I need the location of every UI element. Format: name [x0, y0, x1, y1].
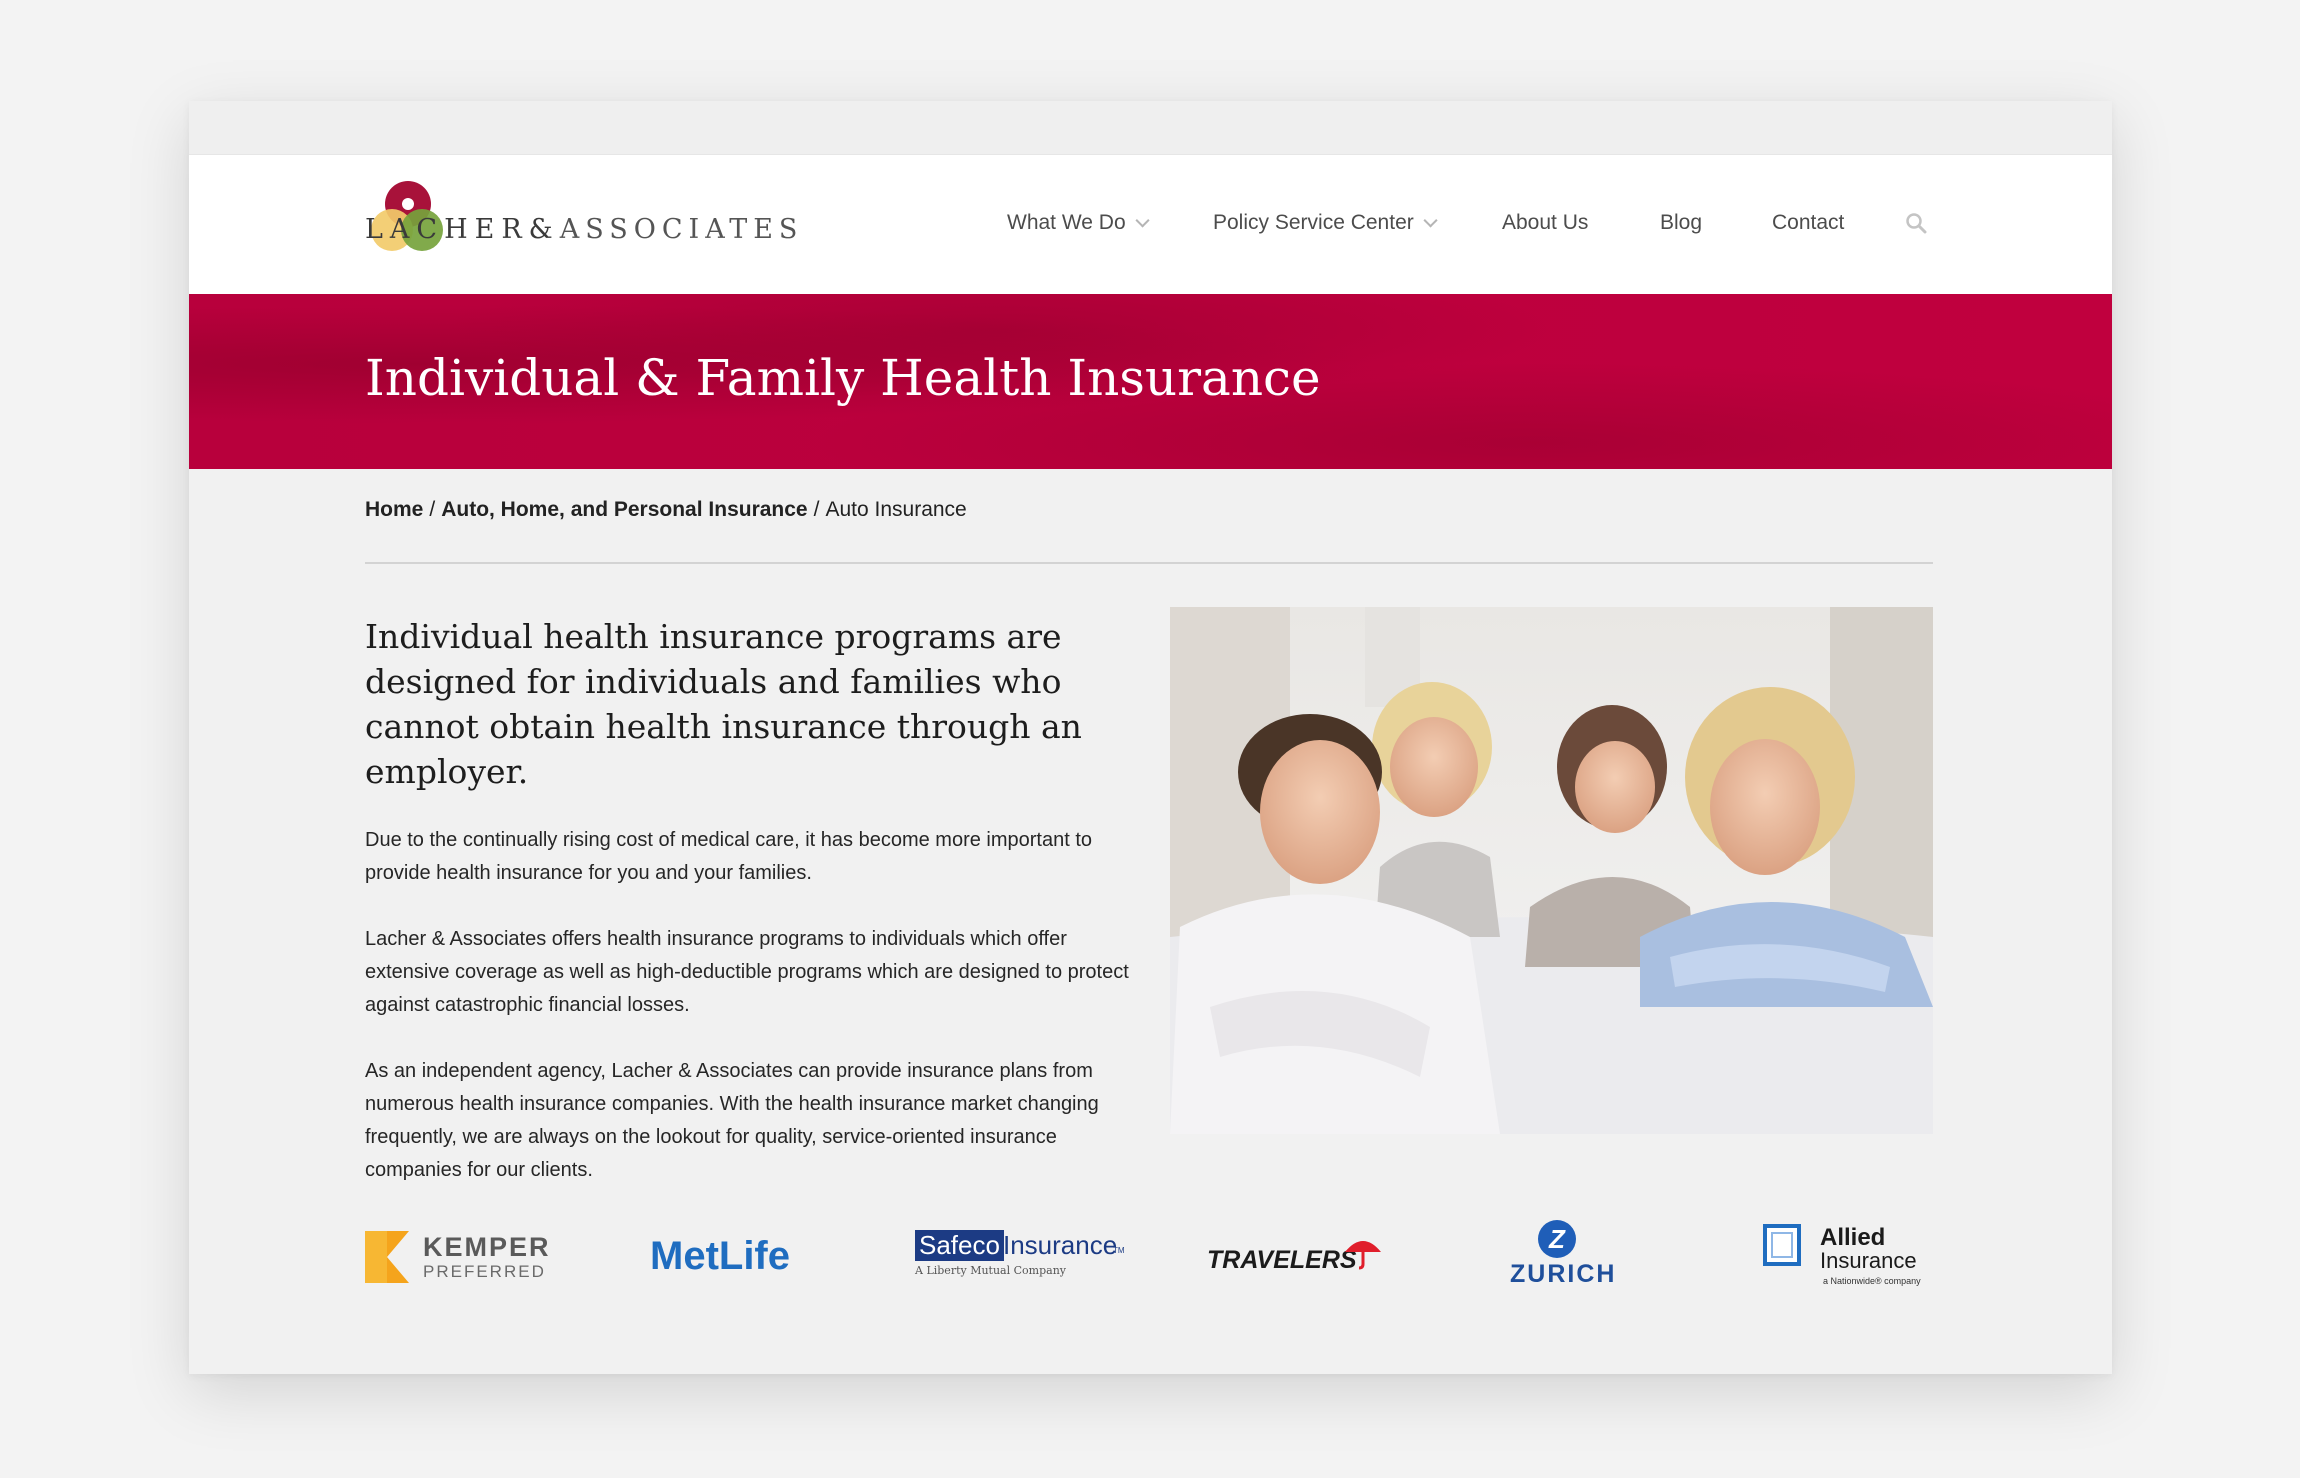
metlife-logo[interactable]: MetLife: [650, 1212, 825, 1302]
kemper-subname: PREFERRED: [423, 1262, 546, 1281]
nav-item-what-we-do[interactable]: What We Do: [1007, 211, 1150, 235]
zurich-name: ZURICH: [1510, 1260, 1617, 1288]
breadcrumb-current: Auto Insurance: [825, 498, 967, 521]
body-paragraph: As an independent agency, Lacher & Assoc…: [365, 1060, 1099, 1181]
safeco-tagline: A Liberty Mutual Company: [915, 1264, 1066, 1277]
search-icon[interactable]: [1905, 212, 1927, 234]
allied-square-icon: [1763, 1224, 1801, 1266]
breadcrumb-section-link[interactable]: Auto, Home, and Personal Insurance: [441, 498, 807, 521]
nav-item-about-us[interactable]: About Us: [1502, 211, 1588, 235]
allied-tagline: a Nationwide® company: [1823, 1276, 1921, 1286]
chevron-down-icon: [1135, 213, 1150, 228]
nav-item-label: Policy Service Center: [1213, 211, 1414, 234]
body-paragraph: Lacher & Associates offers health insura…: [365, 928, 1129, 1016]
nav-item-label: Contact: [1772, 211, 1845, 234]
allied-logo[interactable]: Allied Insurance a Nationwide® company: [1763, 1212, 1933, 1302]
nav-item-contact[interactable]: Contact: [1772, 211, 1844, 235]
zurich-emblem-icon: Z: [1538, 1220, 1576, 1258]
travelers-name: TRAVELERS: [1207, 1246, 1357, 1274]
zurich-logo[interactable]: Z ZURICH: [1510, 1212, 1630, 1302]
kemper-mark-icon: [365, 1231, 409, 1283]
allied-insurance-word: Insurance: [1820, 1248, 1917, 1273]
breadcrumb-separator: /: [813, 498, 820, 521]
metlife-name: MetLife: [650, 1234, 790, 1278]
body-paragraph: Due to the continually rising cost of me…: [365, 829, 1093, 884]
kemper-logo[interactable]: KEMPER PREFERRED: [365, 1212, 565, 1302]
safeco-insurance-word: Insurance: [1003, 1230, 1118, 1260]
nav-item-label: What We Do: [1007, 211, 1126, 234]
nav-item-blog[interactable]: Blog: [1660, 211, 1702, 235]
lead-paragraph: Individual health insurance programs are…: [365, 617, 1082, 791]
page-title: Individual & Family Health Insurance: [365, 349, 1321, 407]
nav-item-policy-service-center[interactable]: Policy Service Center: [1213, 211, 1438, 235]
family-photo: [1170, 607, 1933, 1134]
nav-item-label: About Us: [1502, 211, 1589, 234]
main-nav: What We Do Policy Service Center About U…: [189, 211, 2112, 241]
browser-top-bar: [189, 101, 2112, 155]
nav-item-label: Blog: [1660, 211, 1703, 234]
breadcrumb: Home / Auto, Home, and Personal Insurance /…: [365, 498, 967, 522]
breadcrumb-separator: /: [429, 498, 436, 521]
breadcrumb-home-link[interactable]: Home: [365, 498, 423, 521]
partner-logos: KEMPER PREFERRED MetLife Safeco Insuranc…: [365, 1212, 1933, 1302]
travelers-logo[interactable]: TRAVELERS: [1207, 1212, 1382, 1302]
umbrella-icon: [1345, 1241, 1381, 1270]
content-divider: [365, 562, 1933, 564]
page-hero-banner: Individual & Family Health Insurance: [189, 294, 2112, 469]
kemper-name: KEMPER: [423, 1232, 551, 1262]
safeco-name-box: Safeco: [915, 1230, 1004, 1261]
safeco-logo[interactable]: Safeco Insurance TM A Liberty Mutual Com…: [915, 1212, 1125, 1302]
main-content: Individual health insurance programs are…: [365, 614, 1140, 1220]
site-header: LACHER&ASSOCIATES What We Do Policy Serv…: [189, 155, 2112, 294]
safeco-trademark: TM: [1113, 1246, 1125, 1255]
chevron-down-icon: [1423, 213, 1438, 228]
